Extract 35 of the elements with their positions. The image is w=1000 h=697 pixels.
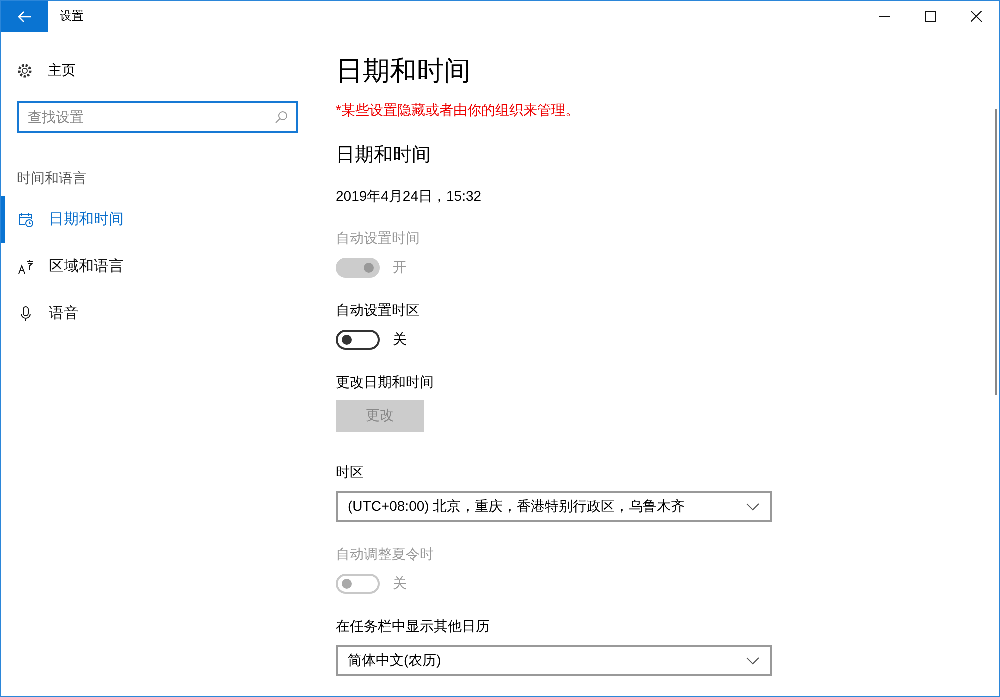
toggle-switch[interactable] [336,330,380,350]
nav-item[interactable]: 区域和语言 [1,243,321,290]
toggle-state: 关 [393,575,407,593]
setting-label: 更改日期和时间 [336,374,435,392]
policy-notice: *某些设置隐藏或者由你的组织来管理。 [336,102,580,120]
back-button[interactable] [1,1,48,32]
section-heading: 时间和语言 [17,170,88,188]
maximize-icon [924,11,936,22]
toggle-state: 关 [393,331,407,349]
dropdown[interactable]: (UTC+08:00) 北京，重庆，香港特别行政区，乌鲁木齐 [336,491,772,522]
close-icon [970,11,982,22]
toggle-state: 开 [393,259,407,277]
setting-label: 自动设置时区 [336,302,421,320]
language-icon [18,258,34,274]
home-nav-item[interactable]: 主页 [17,63,321,79]
setting-label: 时区 [336,464,365,482]
microphone-icon [18,306,34,322]
search-field[interactable]: 查找设置 [17,101,298,133]
dropdown[interactable]: 简体中文(农历) [336,645,772,676]
chevron-down-icon [746,502,760,510]
nav-item[interactable]: 日期和时间 [1,196,321,243]
setting-label: 自动调整夏令时 [336,546,435,564]
current-date-time: 2019年4月24日，15:32 [336,188,483,206]
scrollbar[interactable] [995,109,997,395]
back-arrow-icon [18,10,32,22]
chevron-down-icon [746,656,760,664]
search-icon [275,111,288,124]
nav-item[interactable]: 语音 [1,290,321,337]
window-title: 设置 [60,8,85,25]
page-title: 日期和时间 [336,55,472,88]
setting-label: 自动设置时间 [336,230,421,248]
calendar-clock-icon [18,212,34,228]
section-title: 日期和时间 [336,144,432,168]
settings-icon [17,63,33,79]
setting-label: 在任务栏中显示其他日历 [336,618,491,636]
